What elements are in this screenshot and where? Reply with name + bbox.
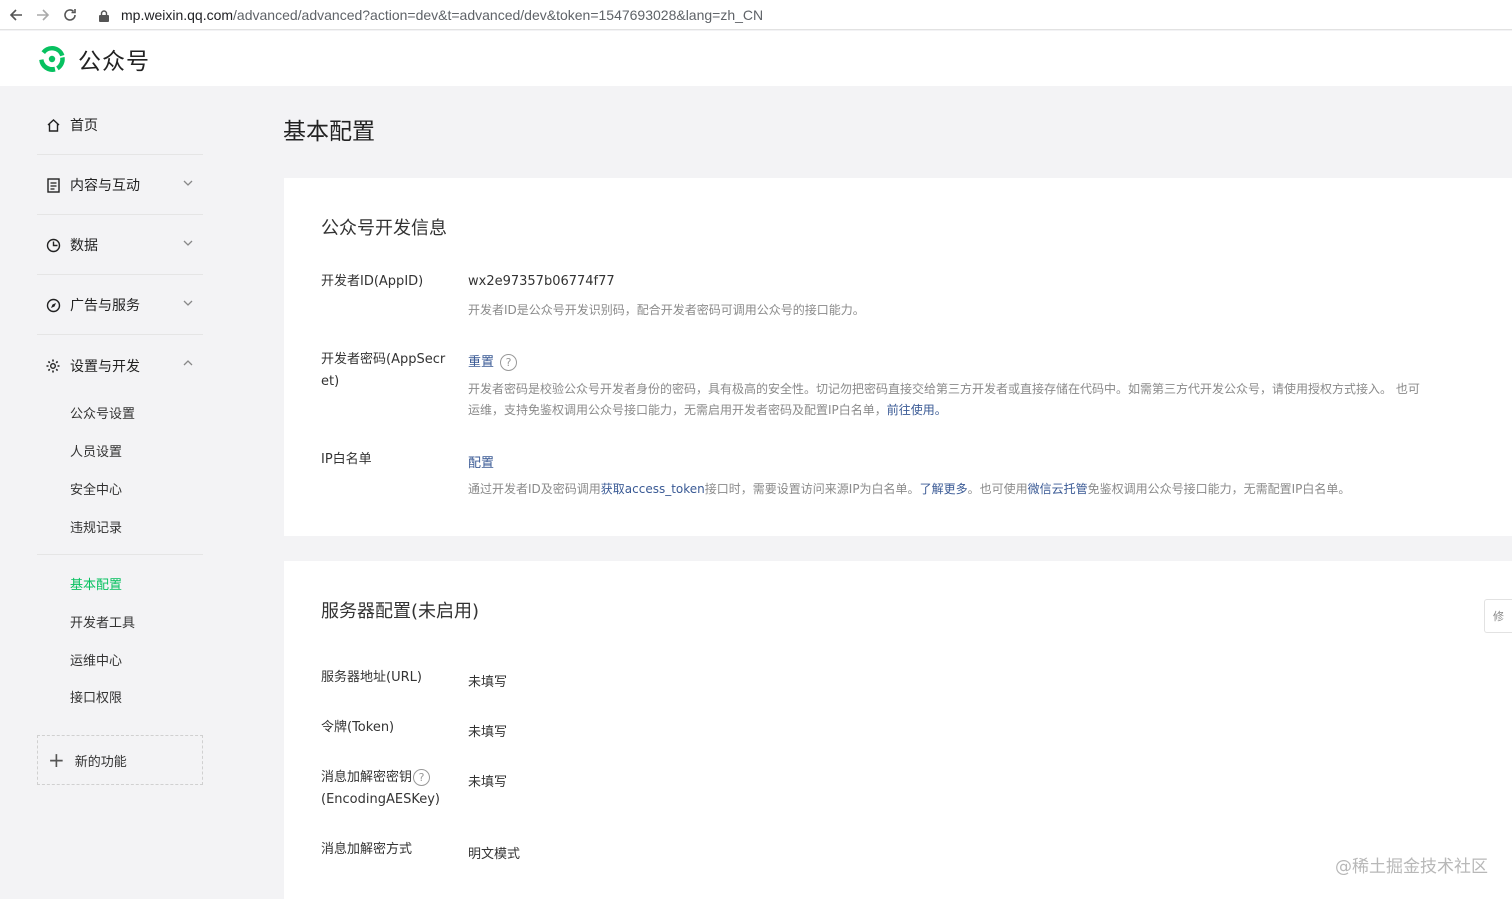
appid-label: 开发者ID(AppID) <box>321 274 424 289</box>
reload-icon[interactable] <box>59 4 81 26</box>
ip-desc-text-1: 通过开发者ID及密码调用 <box>468 482 601 496</box>
watermark: @稀土掘金技术社区 <box>1335 857 1488 877</box>
browser-toolbar: mp.weixin.qq.com/advanced/advanced?actio… <box>0 0 1512 30</box>
ip-desc-text-3: 。也可使用 <box>967 482 1028 496</box>
ip-whitelist-desc: 通过开发者ID及密码调用获取access_token接口时，需要设置访问来源IP… <box>468 479 1350 500</box>
sidebar-item-label: 数据 <box>70 238 98 254</box>
token-label: 令牌(Token) <box>321 720 395 735</box>
server-url-label: 服务器地址(URL) <box>321 670 422 685</box>
sidebar-sub-security-center[interactable]: 安全中心 <box>70 479 122 498</box>
appsecret-desc-text: 运维，支持免鉴权调用公众号接口能力，无需启用开发者密码及配置IP白名单， <box>468 403 887 417</box>
learn-more-link[interactable]: 了解更多 <box>920 482 968 496</box>
cloud-hosting-link[interactable]: 微信云托管 <box>1028 482 1088 496</box>
sidebar-sub-dev-tools[interactable]: 开发者工具 <box>70 612 135 631</box>
appid-value: wx2e97357b06774f77 <box>468 274 615 289</box>
help-icon[interactable]: ? <box>500 354 518 371</box>
appid-desc: 开发者ID是公众号开发识别码，配合开发者密码可调用公众号的接口能力。 <box>468 303 865 317</box>
server-config-title: 服务器配置(未启用) <box>321 601 480 622</box>
aes-key-label: 消息加解密密钥? (EncodingAESKey) <box>321 767 446 811</box>
aes-key-label-line1: 消息加解密密钥 <box>321 770 413 785</box>
site-header: 公众号 <box>0 31 1512 86</box>
server-config-card: 服务器配置(未启用) 修 服务器地址(URL) 未填写 令牌(Token) 未填… <box>284 561 1512 899</box>
server-url-value: 未填写 <box>468 675 508 690</box>
plus-icon: + <box>48 748 65 772</box>
sidebar-item-label: 设置与开发 <box>70 358 140 375</box>
page-title: 基本配置 <box>283 119 375 145</box>
ip-whitelist-value: 配置 <box>468 452 494 471</box>
ip-desc-text-4: 免鉴权调用公众号接口能力，无需配置IP白名单。 <box>1087 482 1351 496</box>
sidebar-item-ads[interactable]: 广告与服务 <box>37 276 203 335</box>
encryption-mode-label: 消息加解密方式 <box>321 842 413 857</box>
new-features-button[interactable]: + 新的功能 <box>37 735 203 785</box>
pie-chart-icon <box>45 237 61 253</box>
home-icon <box>45 117 61 133</box>
sidebar: 首页 内容与互动 数据 广告与服务 设置与开发 公众号设置 人员设置 安全中心 … <box>0 86 240 899</box>
reset-link[interactable]: 重置 <box>468 355 494 370</box>
back-icon[interactable] <box>5 4 27 26</box>
sidebar-sub-account-settings[interactable]: 公众号设置 <box>70 403 135 422</box>
dev-info-title: 公众号开发信息 <box>321 218 447 239</box>
sidebar-item-label: 首页 <box>70 118 98 134</box>
sidebar-item-data[interactable]: 数据 <box>37 216 203 275</box>
sidebar-item-content[interactable]: 内容与互动 <box>37 156 203 215</box>
sidebar-divider <box>37 554 203 555</box>
gear-icon <box>45 358 61 374</box>
chevron-down-icon <box>183 240 193 246</box>
address-bar[interactable]: mp.weixin.qq.com/advanced/advanced?actio… <box>99 7 763 23</box>
sidebar-item-home[interactable]: 首页 <box>37 96 203 155</box>
appsecret-row-value: 重置? <box>468 351 518 371</box>
modify-side-tab[interactable]: 修 <box>1484 599 1512 633</box>
go-use-link[interactable]: 前往使用。 <box>887 403 947 417</box>
url-path: /advanced/advanced?action=dev&t=advanced… <box>233 6 764 23</box>
document-icon <box>45 177 61 193</box>
appsecret-desc-line1: 开发者密码是校验公众号开发者身份的密码，具有极高的安全性。切记勿把密码直接交给第… <box>468 382 1420 396</box>
appsecret-desc-line2: 运维，支持免鉴权调用公众号接口能力，无需启用开发者密码及配置IP白名单，前往使用… <box>468 400 947 421</box>
chevron-down-icon <box>183 180 193 186</box>
sidebar-item-settings[interactable]: 设置与开发 <box>37 336 203 395</box>
token-value: 未填写 <box>468 725 508 740</box>
aes-key-value: 未填写 <box>468 775 508 790</box>
sidebar-item-label: 广告与服务 <box>70 298 140 314</box>
sidebar-sub-ops-center[interactable]: 运维中心 <box>70 650 122 669</box>
sidebar-sub-violation-records[interactable]: 违规记录 <box>70 517 122 536</box>
lock-icon <box>99 9 109 22</box>
forward-icon[interactable] <box>32 4 54 26</box>
site-name: 公众号 <box>78 48 150 75</box>
chevron-up-icon <box>183 360 193 366</box>
dev-info-card: 公众号开发信息 开发者ID(AppID) wx2e97357b06774f77 … <box>284 178 1512 536</box>
sidebar-sub-api-permissions[interactable]: 接口权限 <box>70 687 122 706</box>
encryption-mode-value: 明文模式 <box>468 847 521 862</box>
help-icon[interactable]: ? <box>413 769 431 786</box>
ip-whitelist-label: IP白名单 <box>321 452 372 467</box>
compass-icon <box>45 297 61 313</box>
configure-link[interactable]: 配置 <box>468 456 494 471</box>
get-access-token-link[interactable]: 获取access_token <box>601 482 705 496</box>
ip-desc-text-2: 接口时，需要设置访问来源IP为白名单。 <box>704 482 920 496</box>
aes-key-label-line2: (EncodingAESKey) <box>321 792 440 807</box>
logo-icon[interactable] <box>36 43 68 75</box>
sidebar-sub-staff-settings[interactable]: 人员设置 <box>70 441 122 460</box>
appsecret-label: 开发者密码(AppSecret) <box>321 352 446 389</box>
sidebar-sub-basic-config[interactable]: 基本配置 <box>70 574 122 593</box>
url-host: mp.weixin.qq.com <box>121 6 234 23</box>
new-features-label: 新的功能 <box>74 754 127 770</box>
sidebar-item-label: 内容与互动 <box>70 178 140 194</box>
chevron-down-icon <box>183 300 193 306</box>
